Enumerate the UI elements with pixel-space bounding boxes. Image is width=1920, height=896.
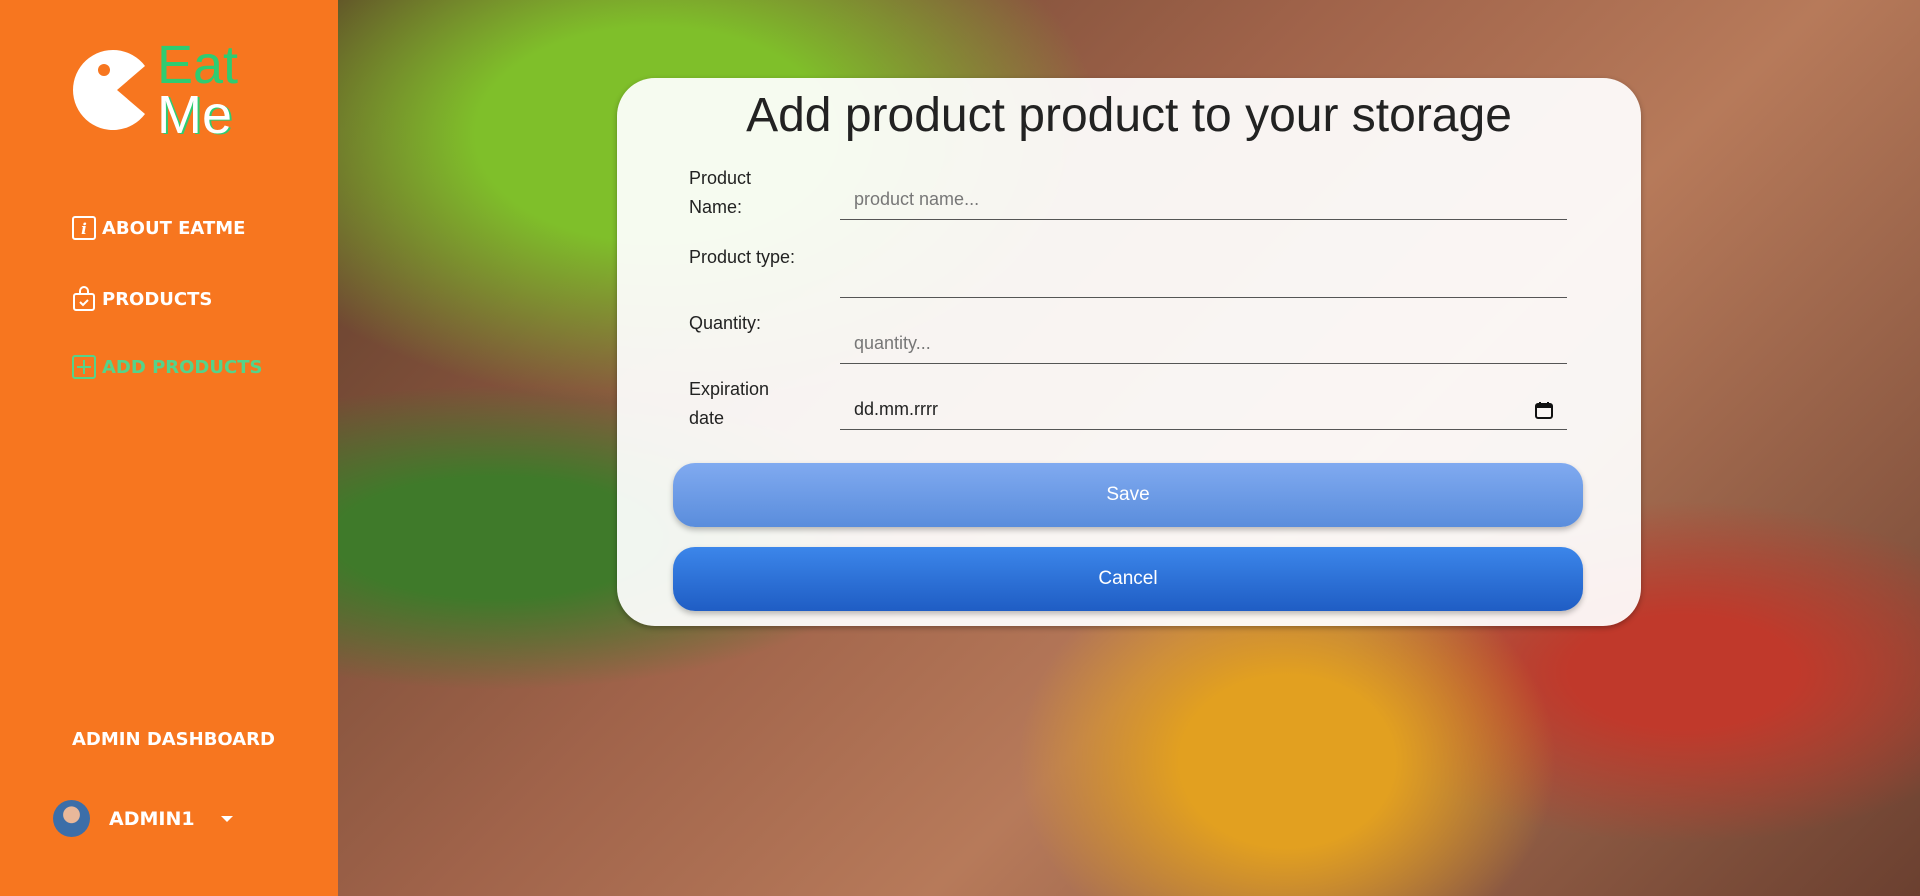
sidebar-item-about[interactable]: i ABOUT EATME: [72, 216, 245, 240]
date-placeholder: dd.mm.rrrr: [854, 399, 938, 419]
add-product-form: Add product product to your storage Prod…: [617, 78, 1641, 626]
sidebar-item-label: ADD PRODUCTS: [102, 356, 263, 378]
sidebar-item-label: PRODUCTS: [102, 288, 213, 310]
product-name-input[interactable]: [840, 180, 1567, 220]
sidebar-item-label: ABOUT EATME: [102, 217, 246, 239]
product-type-input[interactable]: [840, 258, 1567, 298]
logo-eat: Eat: [157, 35, 239, 95]
shopping-bag-check-icon: [73, 286, 95, 311]
quantity-input[interactable]: [840, 324, 1567, 364]
logo-me: Me: [157, 85, 233, 145]
pacman-logo-icon: [73, 50, 145, 130]
user-menu[interactable]: ADMIN1: [53, 800, 233, 837]
admin-dashboard-link[interactable]: ADMIN DASHBOARD: [72, 729, 275, 750]
save-button[interactable]: Save: [673, 463, 1583, 527]
quantity-label: Quantity:: [689, 313, 762, 333]
info-icon: i: [72, 216, 96, 240]
expiration-date-label: Expiration date: [689, 379, 770, 428]
logo-text: Eat Me: [157, 35, 239, 145]
svg-text:i: i: [81, 220, 87, 238]
sidebar: Eat Me i ABOUT EATME PRODUCTS ADD PRODUC…: [0, 0, 338, 896]
page-title: Add product product to your storage: [746, 89, 1512, 142]
cancel-button[interactable]: Cancel: [673, 547, 1583, 611]
avatar: [53, 800, 90, 837]
sidebar-item-add-products[interactable]: ADD PRODUCTS: [72, 355, 262, 379]
product-name-label: Product Name:: [689, 168, 752, 217]
product-type-label: Product type:: [689, 247, 796, 267]
user-name: ADMIN1: [109, 807, 195, 830]
plus-square-icon: [72, 355, 96, 379]
sidebar-item-products[interactable]: PRODUCTS: [72, 286, 212, 312]
calendar-icon[interactable]: [1535, 401, 1553, 419]
logo[interactable]: Eat Me: [73, 35, 239, 145]
caret-down-icon[interactable]: [220, 815, 233, 822]
expiration-date-input[interactable]: dd.mm.rrrr: [840, 390, 1567, 430]
